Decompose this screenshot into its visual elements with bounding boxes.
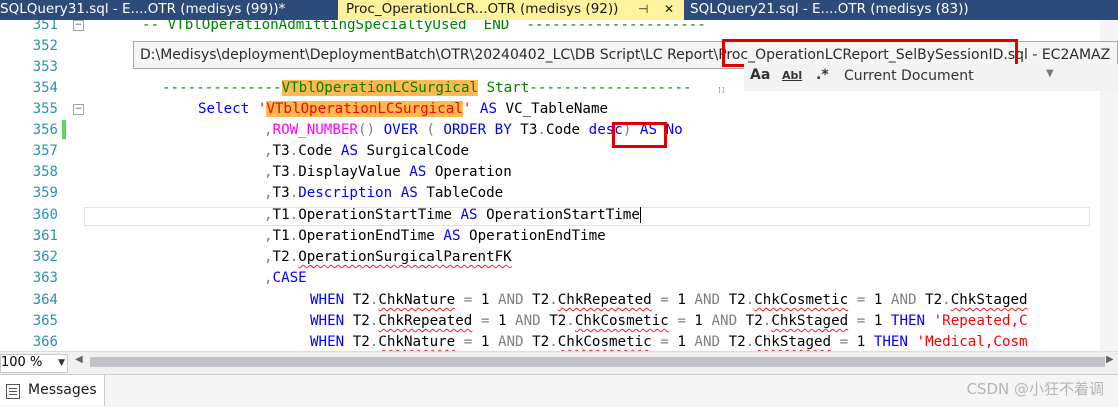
tab-sqlquery31[interactable]: SQLQuery31.sql - E....OTR (medisys (99))… — [0, 0, 338, 20]
line-number: 360 — [32, 207, 58, 223]
line-number: 359 — [32, 185, 58, 201]
line-number: 363 — [32, 270, 58, 286]
code-line: 362 ,T2.OperationSurgicalParentFK — [0, 247, 1090, 268]
tab-proc-operationlcr[interactable]: Proc_OperationLCR...OTR (medisys (92)) ⊣… — [338, 0, 684, 20]
line-number: 354 — [32, 80, 58, 96]
chevron-down-icon[interactable]: ▼ — [58, 355, 65, 371]
code-text: ,T3.Description AS TableCode — [264, 185, 504, 201]
desc-annotation-box — [612, 122, 667, 148]
match-whole-word-button[interactable]: Abl — [782, 69, 802, 82]
filename-annotation-box — [722, 39, 1018, 67]
code-text: --------------VTblOperationLCSurgical St… — [162, 80, 692, 96]
pin-icon[interactable]: ⊣ — [638, 0, 648, 19]
line-number: 362 — [32, 249, 58, 265]
code-text: ,T1.OperationStartTime AS OperationStart… — [264, 207, 641, 223]
zoom-value: 100 % — [1, 355, 43, 370]
search-scope-select[interactable]: Current Document — [844, 68, 974, 84]
line-number: 351 — [32, 20, 58, 33]
line-number: 356 — [32, 122, 58, 138]
line-number: 364 — [32, 292, 58, 308]
code-line: 364 WHEN T2.ChkNature = 1 AND T2.ChkRepe… — [0, 290, 1090, 311]
code-text: WHEN T2.ChkNature = 1 AND T2.ChkCosmetic… — [310, 334, 1028, 350]
tab-label: SQLQuery21.sql - E....OTR (medisys (83)) — [690, 1, 969, 17]
code-line: 358 ,T3.DisplayValue AS Operation — [0, 162, 1090, 183]
code-text: ,CASE — [264, 270, 307, 286]
code-line: 366 WHEN T2.ChkNature = 1 AND T2.ChkCosm… — [0, 332, 1090, 351]
collapse-icon[interactable]: − — [73, 20, 84, 31]
scroll-left-icon[interactable]: ◀ — [75, 354, 83, 365]
code-text: ,T3.Code AS SurgicalCode — [264, 143, 470, 159]
find-widget: ⁞⁞ Aa Abl .* Current Document ▼ — [718, 64, 1118, 96]
editor-status-bar: 100 % ▼ ◀ ▶ — [0, 351, 1118, 374]
code-line: 363 ,CASE — [0, 268, 1090, 289]
code-text: -- VTblOperationAdmittingSpecialtyUsed E… — [142, 20, 706, 33]
line-number: 355 — [32, 101, 58, 117]
tab-label: Proc_OperationLCR...OTR (medisys (92)) — [346, 1, 619, 17]
line-number: 357 — [32, 143, 58, 159]
close-tab-icon[interactable]: ✕ — [664, 0, 674, 19]
code-line: 351 − -- VTblOperationAdmittingSpecialty… — [0, 20, 1090, 36]
collapse-icon[interactable]: − — [73, 104, 84, 115]
code-line: 356 ,ROW_NUMBER() OVER ( ORDER BY T3.Cod… — [0, 120, 1090, 141]
chevron-down-icon[interactable]: ▼ — [1046, 68, 1054, 79]
match-case-button[interactable]: Aa — [750, 67, 770, 83]
line-number: 366 — [32, 334, 58, 350]
tab-sqlquery21[interactable]: SQLQuery21.sql - E....OTR (medisys (83)) — [690, 0, 1010, 20]
code-line: 357 ,T3.Code AS SurgicalCode — [0, 141, 1090, 162]
code-text: ,T1.OperationEndTime AS OperationEndTime — [264, 228, 606, 244]
messages-icon — [6, 384, 20, 399]
code-line: 365 WHEN T2.ChkRepeated = 1 AND T2.ChkCo… — [0, 311, 1090, 332]
changed-line-marker — [62, 120, 66, 139]
code-text: ,T3.DisplayValue AS Operation — [264, 164, 512, 180]
code-text: Select 'VTblOperationLCSurgical' AS VC_T… — [198, 101, 609, 117]
line-number: 353 — [32, 59, 58, 75]
code-text: ,T2.OperationSurgicalParentFK — [264, 249, 512, 265]
line-number: 352 — [32, 38, 58, 54]
tab-label: SQLQuery31.sql - E....OTR (medisys (99))… — [0, 1, 286, 17]
code-text: WHEN T2.ChkRepeated = 1 AND T2.ChkCosmet… — [310, 313, 1028, 329]
regex-button[interactable]: .* — [816, 67, 829, 83]
watermark: CSDN @小狂不着调 — [966, 380, 1104, 398]
tab-messages-label: Messages — [28, 382, 97, 398]
line-number: 358 — [32, 164, 58, 180]
horizontal-scrollbar-thumb[interactable] — [90, 357, 1105, 367]
tab-messages[interactable]: Messages — [0, 375, 105, 406]
code-line: 355 − Select 'VTblOperationLCSurgical' A… — [0, 99, 1090, 120]
scroll-right-icon[interactable]: ▶ — [1106, 354, 1114, 365]
line-number: 365 — [32, 313, 58, 329]
code-line: 361 ,T1.OperationEndTime AS OperationEnd… — [0, 226, 1090, 247]
drag-grip-icon[interactable]: ⁞⁞ — [718, 86, 726, 96]
results-panel-tabs: Messages CSDN @小狂不着调 — [0, 374, 1118, 407]
code-line: 360 ,T1.OperationStartTime AS OperationS… — [0, 205, 1090, 226]
code-line: 359 ,T3.Description AS TableCode — [0, 183, 1090, 204]
text-caret — [639, 207, 641, 223]
code-text: WHEN T2.ChkNature = 1 AND T2.ChkRepeated… — [310, 292, 1028, 308]
zoom-select[interactable]: 100 % ▼ — [0, 354, 68, 373]
document-tab-strip: SQLQuery31.sql - E....OTR (medisys (99))… — [0, 0, 1118, 20]
line-number: 361 — [32, 228, 58, 244]
